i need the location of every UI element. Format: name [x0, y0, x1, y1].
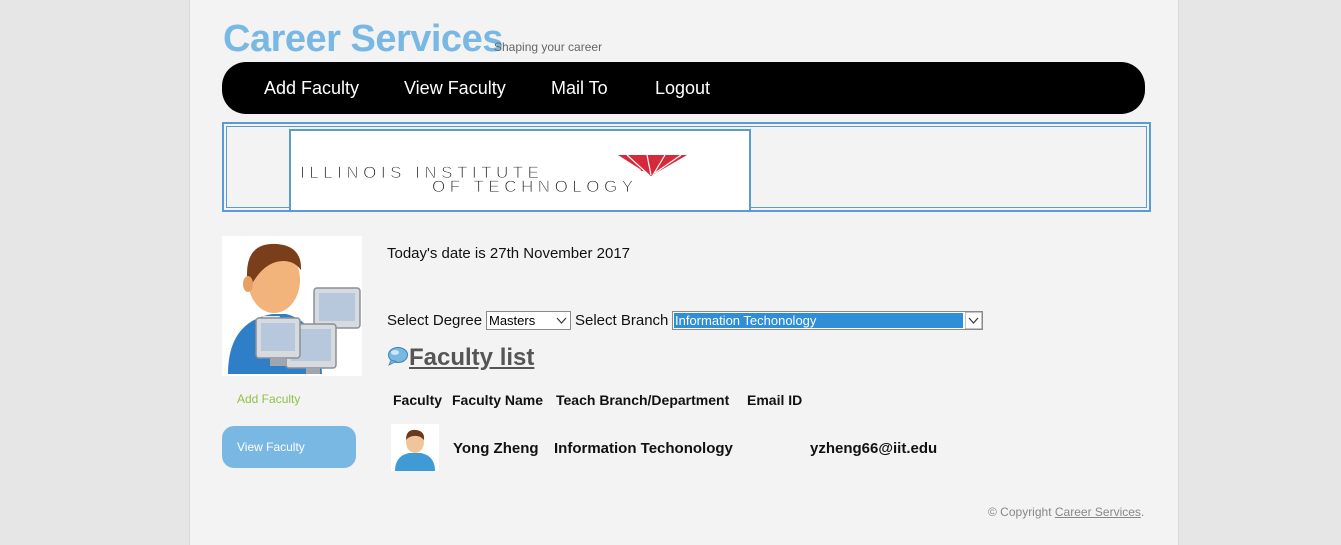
nav-logout[interactable]: Logout [655, 78, 710, 99]
table-header-branch: Teach Branch/Department [556, 392, 730, 408]
chevron-down-icon [556, 317, 567, 324]
page-container: Career Services Shaping your career Add … [189, 0, 1179, 545]
user-icon [395, 429, 435, 471]
footer-career-services-link[interactable]: Career Services [1055, 505, 1141, 519]
main-nav: Add Faculty View Faculty Mail To Logout [222, 62, 1145, 114]
chevron-down-icon [965, 312, 982, 329]
branch-select[interactable]: Information Techonology [672, 311, 983, 330]
banner: ILLINOIS INSTITUTE OF TECHNOLOGY [222, 122, 1151, 212]
iit-logo-graphic: ILLINOIS INSTITUTE OF TECHNOLOGY [300, 154, 687, 196]
sidebar-view-faculty-label: View Faculty [237, 440, 305, 454]
branch-select-value: Information Techonology [675, 313, 817, 328]
speech-bubble-icon [388, 347, 408, 366]
table-header-name: Faculty Name [452, 392, 544, 408]
table-header-email: Email ID [747, 392, 803, 408]
degree-select[interactable]: Masters [486, 311, 571, 330]
sidebar-view-faculty-button[interactable]: View Faculty [222, 426, 356, 468]
sidebar-add-faculty-link[interactable]: Add Faculty [237, 392, 300, 406]
iit-logo: ILLINOIS INSTITUTE OF TECHNOLOGY [289, 129, 751, 212]
footer-suffix: . [1140, 505, 1145, 519]
footer: © Copyright Career Services. [988, 505, 1144, 519]
nav-mail-to[interactable]: Mail To [551, 78, 608, 99]
table-header-faculty: Faculty [393, 392, 443, 408]
faculty-email-cell: yzheng66@iit.edu [810, 440, 938, 457]
degree-label: Select Degree [387, 312, 483, 329]
site-tagline: Shaping your career [494, 40, 603, 54]
faculty-branch-cell: Information Techonology [554, 440, 733, 457]
user-computers-icon [228, 243, 361, 374]
date-text: Today's date is 27th November 2017 [387, 245, 631, 262]
faculty-name-cell: Yong Zheng [453, 440, 539, 457]
nav-view-faculty[interactable]: View Faculty [404, 78, 506, 99]
user-avatar [222, 236, 362, 376]
site-title: Career Services [223, 18, 503, 60]
footer-copyright: © Copyright [988, 505, 1052, 519]
logo-line-2: OF TECHNOLOGY [432, 177, 638, 196]
nav-add-faculty[interactable]: Add Faculty [264, 78, 359, 99]
degree-select-value: Masters [489, 313, 536, 328]
faculty-photo [391, 424, 439, 471]
branch-label: Select Branch [575, 312, 669, 329]
faculty-list-heading: Faculty list [409, 344, 535, 371]
